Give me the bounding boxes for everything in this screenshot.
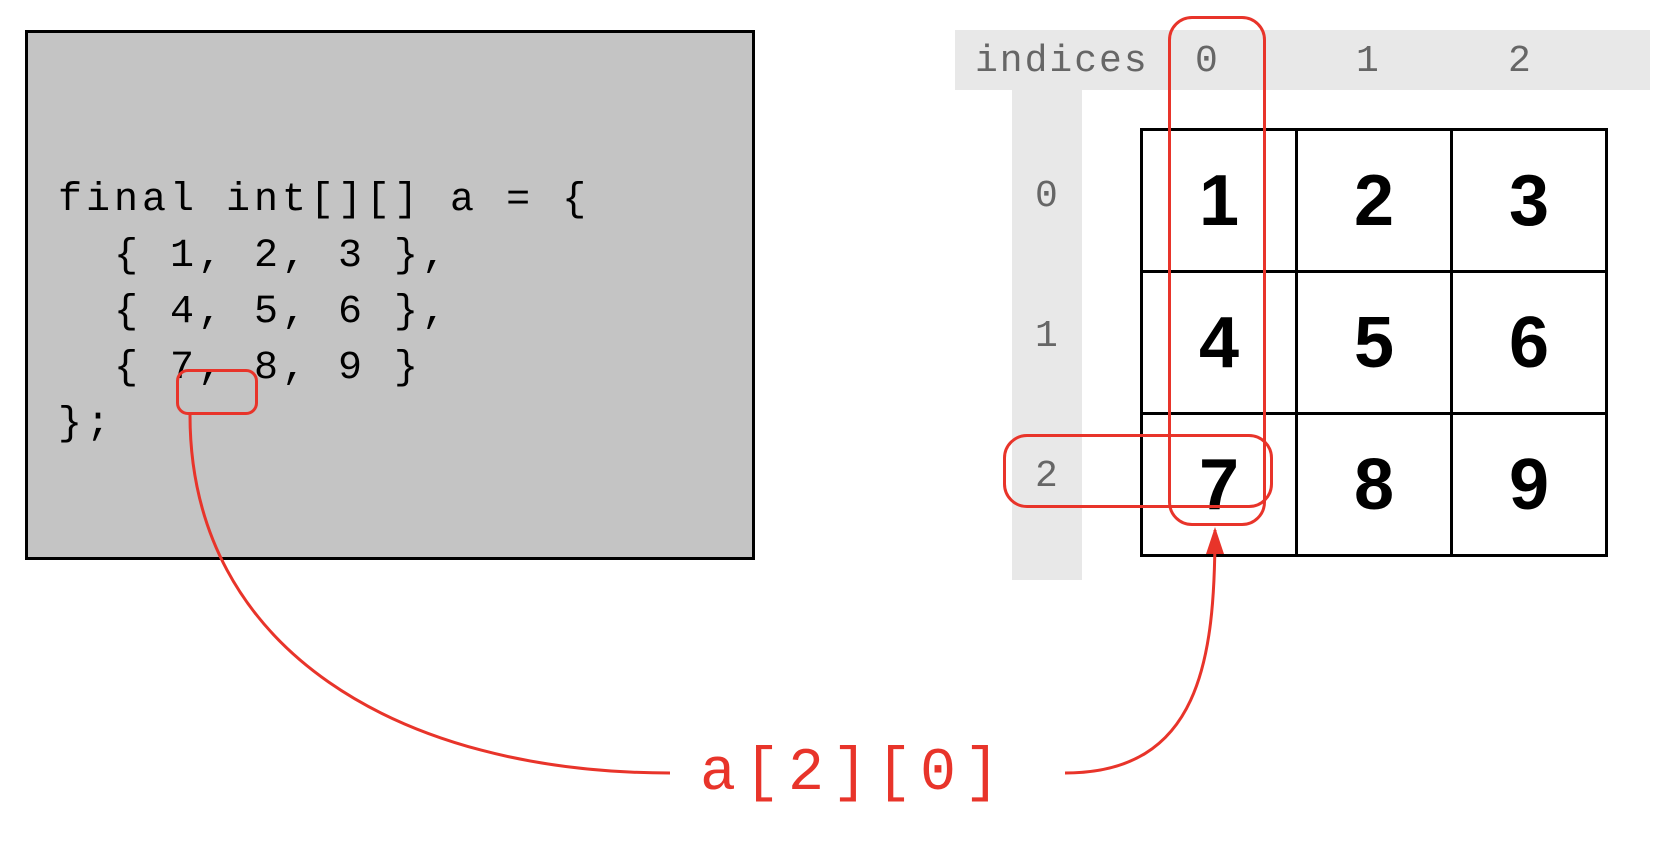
code-line-1: final int[][] a = {: [58, 173, 722, 229]
row-index-1: 1: [1035, 315, 1060, 358]
col-index-2: 2: [1508, 40, 1533, 83]
indices-label: indices: [975, 40, 1149, 83]
table-row: 4 5 6: [1142, 272, 1607, 414]
grid-cell-1-1: 5: [1297, 272, 1452, 414]
col-index-0: 0: [1195, 40, 1220, 83]
grid-cell-0-0: 1: [1142, 130, 1297, 272]
code-line-2: { 1, 2, 3 },: [58, 229, 722, 285]
grid-cell-1-0: 4: [1142, 272, 1297, 414]
expression-label: a[2][0]: [700, 740, 1008, 808]
col-index-1: 1: [1356, 40, 1381, 83]
grid-cell-0-1: 2: [1297, 130, 1452, 272]
code-line-3: { 4, 5, 6 },: [58, 285, 722, 341]
row-index-2: 2: [1035, 455, 1060, 498]
array-grid: 1 2 3 4 5 6 7 8 9: [1140, 128, 1608, 557]
grid-cell-1-2: 6: [1452, 272, 1607, 414]
grid-cell-2-2: 9: [1452, 414, 1607, 556]
code-line-5: };: [58, 397, 722, 453]
grid-cell-2-0: 7: [1142, 414, 1297, 556]
code-line-4: { 7, 8, 9 }: [58, 341, 722, 397]
table-row: 7 8 9: [1142, 414, 1607, 556]
table-row: 1 2 3: [1142, 130, 1607, 272]
grid-cell-0-2: 3: [1452, 130, 1607, 272]
code-block: final int[][] a = { { 1, 2, 3 }, { 4, 5,…: [25, 30, 755, 560]
row-index-0: 0: [1035, 175, 1060, 218]
grid-cell-2-1: 8: [1297, 414, 1452, 556]
